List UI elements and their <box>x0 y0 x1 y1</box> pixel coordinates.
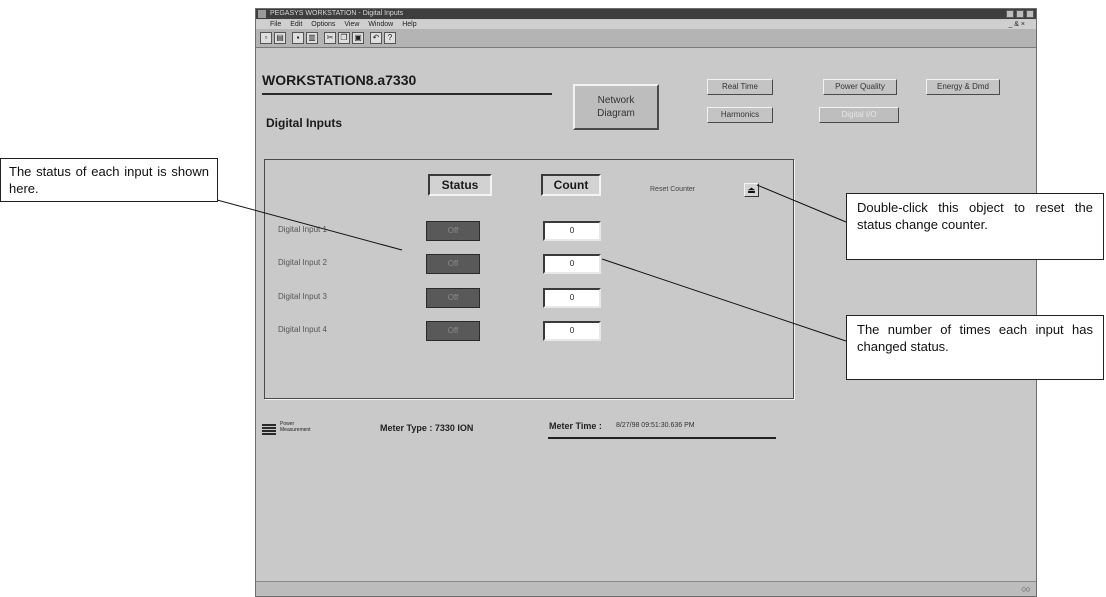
menu-bar: File Edit Options View Window Help _ & × <box>256 20 1036 29</box>
meter-time-label: Meter Time : <box>549 421 602 431</box>
application-window: PEGASYS WORKSTATION - Digital Inputs Fil… <box>255 8 1037 597</box>
document-controls[interactable]: _ & × <box>1008 20 1025 29</box>
menu-view[interactable]: View <box>344 21 359 28</box>
title-bar: PEGASYS WORKSTATION - Digital Inputs <box>256 9 1036 19</box>
digital-input-2-status: Off <box>426 254 480 274</box>
meter-time-value: 8/27/98 09:51:30.636 PM <box>616 422 695 429</box>
energy-demand-button[interactable]: Energy & Dmd <box>926 79 1000 95</box>
reset-callout: Double-click this object to reset the st… <box>846 193 1104 260</box>
menu-help[interactable]: Help <box>402 21 416 28</box>
save-icon[interactable]: ▪ <box>292 32 304 44</box>
digital-io-button: Digital I/O <box>819 107 899 123</box>
real-time-button[interactable]: Real Time <box>707 79 773 95</box>
digital-input-1-status: Off <box>426 221 480 241</box>
maximize-button[interactable] <box>1016 10 1024 18</box>
system-menu-icon[interactable] <box>258 10 266 18</box>
digital-input-4-count: 0 <box>543 321 601 341</box>
title-divider <box>262 93 552 95</box>
count-header: Count <box>541 174 601 196</box>
window-title: PEGASYS WORKSTATION - Digital Inputs <box>270 10 404 17</box>
menu-edit[interactable]: Edit <box>290 21 302 28</box>
status-callout: The status of each input is shown here. <box>0 158 218 202</box>
digital-input-3-status: Off <box>426 288 480 308</box>
count-callout: The number of times each input has chang… <box>846 315 1104 380</box>
digital-input-3-count: 0 <box>543 288 601 308</box>
new-icon[interactable]: ▫ <box>260 32 272 44</box>
window-controls <box>1006 10 1034 18</box>
network-diagram-button[interactable]: Network Diagram <box>573 84 659 130</box>
print-icon[interactable]: ▥ <box>306 32 318 44</box>
open-icon[interactable]: ▤ <box>274 32 286 44</box>
network-diagram-line1: Network <box>597 95 635 106</box>
digital-input-2-label: Digital Input 2 <box>278 258 327 267</box>
digital-input-1-label: Digital Input 1 <box>278 225 327 234</box>
digital-input-1-count: 0 <box>543 221 601 241</box>
logo-text-line2: Measurement <box>280 427 311 433</box>
connection-status-icon: ○○ <box>1021 584 1031 594</box>
status-header: Status <box>428 174 492 196</box>
menu-window[interactable]: Window <box>368 21 393 28</box>
menu-options[interactable]: Options <box>311 21 335 28</box>
undo-icon[interactable]: ↶ <box>370 32 382 44</box>
digital-inputs-panel <box>264 159 794 399</box>
power-quality-button[interactable]: Power Quality <box>823 79 897 95</box>
copy-icon[interactable]: ❐ <box>338 32 350 44</box>
company-logo-icon <box>262 424 276 435</box>
network-diagram-line2: Diagram <box>597 108 635 119</box>
reset-counter-button[interactable]: ⏏ <box>744 183 759 197</box>
page-title: Digital Inputs <box>266 116 342 130</box>
company-logo-text: Power Measurement <box>280 421 311 433</box>
meter-time-divider <box>548 437 776 439</box>
digital-input-4-label: Digital Input 4 <box>278 325 327 334</box>
cut-icon[interactable]: ✂ <box>324 32 336 44</box>
digital-input-2-count: 0 <box>543 254 601 274</box>
paste-icon[interactable]: ▣ <box>352 32 364 44</box>
digital-input-3-label: Digital Input 3 <box>278 292 327 301</box>
toolbar: ▫ ▤ ▪ ▥ ✂ ❐ ▣ ↶ ? <box>256 29 1036 48</box>
workstation-title: WORKSTATION8.a7330 <box>262 72 417 88</box>
menu-file[interactable]: File <box>270 21 281 28</box>
harmonics-button[interactable]: Harmonics <box>707 107 773 123</box>
meter-type: Meter Type : 7330 ION <box>380 423 474 433</box>
close-button[interactable] <box>1026 10 1034 18</box>
minimize-button[interactable] <box>1006 10 1014 18</box>
status-bar: ○○ <box>256 581 1036 596</box>
help-icon[interactable]: ? <box>384 32 396 44</box>
digital-input-4-status: Off <box>426 321 480 341</box>
reset-counter-label: Reset Counter <box>650 186 696 193</box>
